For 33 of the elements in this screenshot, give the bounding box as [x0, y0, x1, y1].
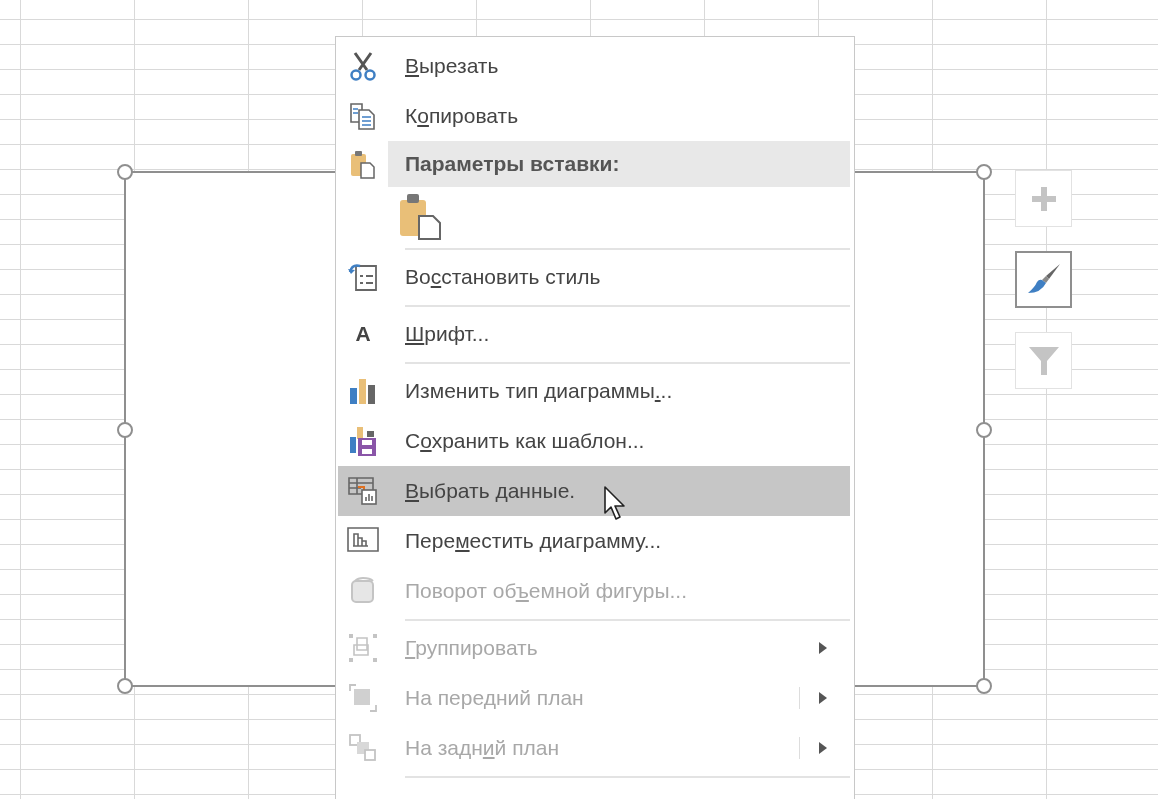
menu-item[interactable]: Копировать: [338, 91, 850, 141]
filter-icon: [1027, 344, 1060, 377]
menu-item[interactable]: Восстановить стиль: [338, 252, 850, 302]
section-header: Параметры вставки:: [388, 141, 850, 187]
resize-handle[interactable]: [976, 422, 992, 438]
resize-handle[interactable]: [117, 422, 133, 438]
save-template-icon: [348, 425, 378, 457]
scissors-icon: [348, 51, 378, 81]
menu-item[interactable]: A Шрифт...: [338, 309, 850, 359]
menu-item[interactable]: Сохранить как шаблон...: [338, 416, 850, 466]
cube-icon: [349, 577, 377, 605]
menu-item[interactable]: Вырезать: [338, 41, 850, 91]
resize-handle[interactable]: [976, 678, 992, 694]
font-icon: A: [355, 322, 371, 346]
reset-style-icon: [348, 262, 378, 292]
menu-item[interactable]: Изменить тип диаграммы...: [338, 366, 850, 416]
copy-icon: [349, 102, 377, 130]
chart-elements-button[interactable]: [1015, 170, 1072, 227]
resize-handle[interactable]: [976, 164, 992, 180]
chart-styles-button[interactable]: [1015, 251, 1072, 308]
paste-option-button[interactable]: [399, 192, 443, 240]
plus-icon: [1030, 185, 1057, 212]
resize-handle[interactable]: [117, 164, 133, 180]
send-backward-icon: [348, 733, 378, 763]
resize-handle[interactable]: [117, 678, 133, 694]
group-icon: [348, 633, 378, 663]
select-data-icon: [348, 476, 378, 506]
menu-item[interactable]: Переместить диаграмму...: [338, 516, 850, 566]
bar-chart-icon: [348, 376, 378, 406]
chart-filters-button[interactable]: [1015, 332, 1072, 389]
bring-forward-icon: [348, 683, 378, 713]
clipboard-icon: [399, 192, 443, 240]
clipboard-icon: [350, 149, 376, 179]
